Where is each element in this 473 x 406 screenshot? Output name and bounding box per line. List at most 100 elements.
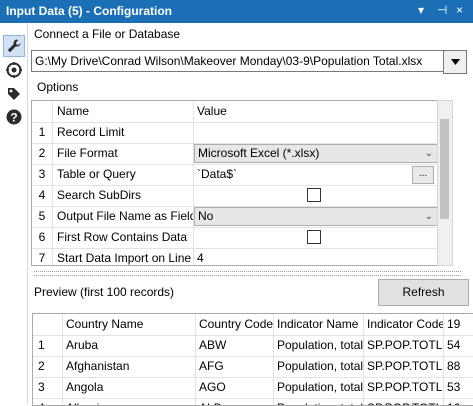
row-number: 1 xyxy=(33,335,63,356)
option-name: Search SubDirs xyxy=(54,185,194,206)
svg-text:?: ? xyxy=(10,111,17,125)
country-name-cell: Aruba xyxy=(63,335,196,356)
indicator-name-cell: Population, total xyxy=(274,377,364,398)
value-column-header: Value xyxy=(197,104,227,118)
option-row-first-row-data: 6 First Row Contains Data xyxy=(32,227,438,249)
option-row-table-query: 3 Table or Query `Data$` ... xyxy=(32,164,438,186)
row-number: 1 xyxy=(32,122,53,143)
row-number-header xyxy=(32,101,53,122)
table-row[interactable]: 1 Aruba ABW Population, total SP.POP.TOT… xyxy=(33,335,473,357)
preview-header-row: Country Name Country Code Indicator Name… xyxy=(33,314,473,336)
option-row-search-subdirs: 4 Search SubDirs xyxy=(32,185,438,207)
country-name-cell: Angola xyxy=(63,377,196,398)
chevron-down-icon: ⌄ xyxy=(424,148,433,159)
option-name: First Row Contains Data xyxy=(54,227,194,248)
options-header-row: Name Value xyxy=(32,101,438,123)
indicator-name-header[interactable]: Indicator Name xyxy=(274,314,364,335)
row-number: 5 xyxy=(32,206,53,227)
table-row[interactable]: 3 Angola AGO Population, total SP.POP.TO… xyxy=(33,377,473,399)
year-value-cell: 88 xyxy=(447,359,461,373)
indicator-code-cell: SP.POP.TOTL xyxy=(364,335,444,356)
year-column-header[interactable]: 19 xyxy=(444,314,473,335)
chevron-down-icon: ⌄ xyxy=(424,211,433,222)
country-code-header[interactable]: Country Code xyxy=(196,314,274,335)
indicator-code-header[interactable]: Indicator Code xyxy=(364,314,444,335)
options-grid: Name Value 1 Record Limit 2 File Format … xyxy=(31,100,439,266)
option-row-record-limit: 1 Record Limit xyxy=(32,122,438,144)
indicator-code-cell: SP.POP.TOTL xyxy=(364,377,444,398)
country-code-cell: ALB xyxy=(196,398,274,405)
option-value-cell xyxy=(194,185,438,206)
row-number: 4 xyxy=(32,185,53,206)
preview-label: Preview (first 100 records) xyxy=(34,285,175,299)
option-name: Start Data Import on Line xyxy=(54,248,194,265)
file-path-field[interactable]: G:\My Drive\Conrad Wilson\Makeover Monda… xyxy=(31,50,444,72)
option-name: Output File Name as Field xyxy=(54,206,194,227)
year-value-cell: 53 xyxy=(447,380,461,394)
file-format-select[interactable]: Microsoft Excel (*.xlsx) ⌄ xyxy=(194,144,438,163)
tool-sidebar: ? xyxy=(0,23,28,404)
table-query-input[interactable]: `Data$` xyxy=(194,167,237,181)
window-titlebar: Input Data (5) - Configuration ▾ ⊣ × xyxy=(0,0,473,23)
row-number: 6 xyxy=(32,227,53,248)
refresh-button[interactable]: Refresh xyxy=(378,279,469,306)
option-value-cell: `Data$` ... xyxy=(194,164,438,185)
preview-grid: Country Name Country Code Indicator Name… xyxy=(32,313,473,406)
country-name-cell: Afghanistan xyxy=(63,356,196,377)
option-name: Record Limit xyxy=(54,122,194,143)
close-icon[interactable]: × xyxy=(456,3,463,17)
first-row-data-checkbox[interactable] xyxy=(307,230,321,244)
wrench-icon[interactable] xyxy=(3,35,25,57)
output-filename-select[interactable]: No ⌄ xyxy=(194,207,438,226)
target-icon[interactable] xyxy=(4,60,24,80)
option-row-file-format: 2 File Format Microsoft Excel (*.xlsx) ⌄ xyxy=(32,143,438,165)
output-filename-value: No xyxy=(198,209,214,223)
table-query-browse-button[interactable]: ... xyxy=(412,166,434,184)
help-icon[interactable]: ? xyxy=(4,107,24,127)
file-path-dropdown-button[interactable] xyxy=(443,50,467,74)
chevron-down-icon xyxy=(450,59,460,65)
table-row[interactable]: 2 Afghanistan AFG Population, total SP.P… xyxy=(33,356,473,378)
year-value-cell: 16 xyxy=(444,398,473,405)
country-name-header[interactable]: Country Name xyxy=(63,314,196,335)
option-name: File Format xyxy=(54,143,194,164)
row-number-header xyxy=(33,314,63,335)
option-value-cell: No ⌄ xyxy=(194,206,438,227)
options-label: Options xyxy=(37,80,79,94)
row-number: 3 xyxy=(33,377,63,398)
name-column-header: Name xyxy=(54,101,194,122)
search-subdirs-checkbox[interactable] xyxy=(307,188,321,202)
dropdown-arrow-icon[interactable]: ▾ xyxy=(418,3,424,17)
tag-icon[interactable] xyxy=(4,84,24,104)
indicator-name-cell: Population, total xyxy=(274,335,364,356)
country-code-cell: ABW xyxy=(196,335,274,356)
row-number: 7 xyxy=(32,248,53,265)
grip-icon xyxy=(9,28,19,39)
option-value-cell xyxy=(194,227,438,248)
option-name: Table or Query xyxy=(54,164,194,185)
year-value-cell: 54 xyxy=(447,338,461,352)
indicator-code-cell: SP.POP.TOTL xyxy=(364,356,444,377)
option-row-output-filename: 5 Output File Name as Field No ⌄ xyxy=(32,206,438,228)
connect-label: Connect a File or Database xyxy=(34,27,181,41)
options-scrollbar[interactable] xyxy=(437,100,453,266)
start-line-input[interactable]: 4 xyxy=(194,248,438,265)
record-limit-input[interactable] xyxy=(194,122,438,143)
indicator-name-cell: Population, total xyxy=(274,398,364,405)
table-row[interactable]: 4 Albania ALB Population, total SP.POP.T… xyxy=(33,398,473,405)
row-number: 4 xyxy=(33,398,63,405)
country-code-cell: AFG xyxy=(196,356,274,377)
pin-icon[interactable]: ⊣ xyxy=(437,3,447,17)
option-row-start-line: 7 Start Data Import on Line 4 xyxy=(32,248,438,265)
country-name-cell: Albania xyxy=(63,398,196,405)
row-number: 2 xyxy=(32,143,53,164)
pane-splitter[interactable] xyxy=(34,271,461,276)
country-code-cell: AGO xyxy=(196,377,274,398)
indicator-name-cell: Population, total xyxy=(274,356,364,377)
scrollbar-thumb[interactable] xyxy=(440,119,449,219)
option-value-cell: Microsoft Excel (*.xlsx) ⌄ xyxy=(194,143,438,164)
configuration-panel: Connect a File or Database G:\My Drive\C… xyxy=(28,23,473,406)
row-number: 2 xyxy=(33,356,63,377)
window-title: Input Data (5) - Configuration xyxy=(6,4,172,18)
file-format-value: Microsoft Excel (*.xlsx) xyxy=(198,146,320,160)
